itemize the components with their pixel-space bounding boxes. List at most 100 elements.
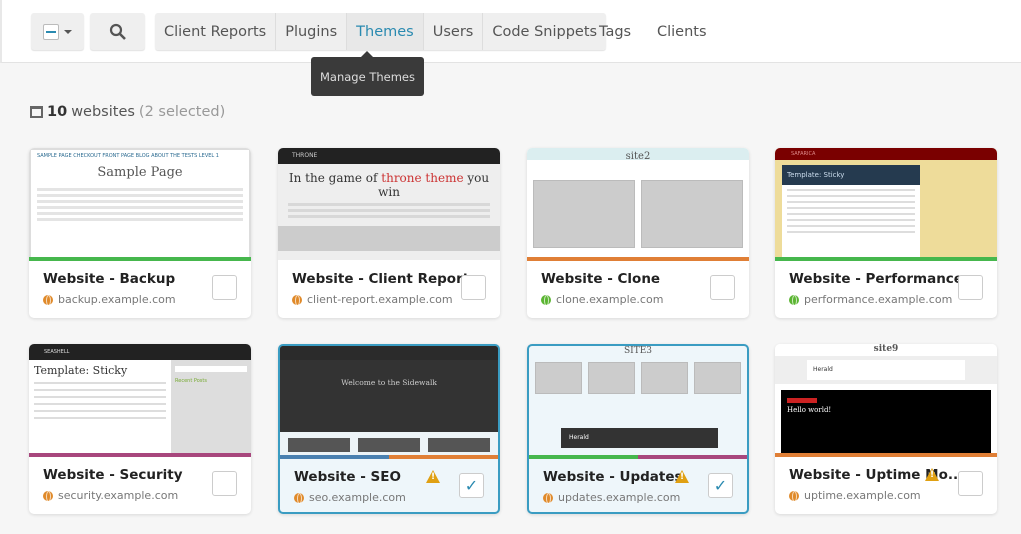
- tags-link[interactable]: Tags: [599, 13, 631, 50]
- globe-icon: [43, 294, 53, 306]
- thumb-sidebar-heading: Recent Posts: [175, 378, 207, 384]
- thumb-post-title: Hello world!: [787, 406, 832, 414]
- website-count: 10 websites (2 selected): [30, 104, 225, 120]
- status-bar: [29, 257, 251, 261]
- site-thumbnail[interactable]: site9 Herald Hello world!: [775, 344, 997, 456]
- site-url[interactable]: uptime.example.com: [789, 489, 921, 502]
- globe-icon: [541, 294, 551, 306]
- tab-users[interactable]: Users: [422, 13, 483, 50]
- minus-checkbox-icon: [43, 23, 59, 40]
- warning-icon: [426, 470, 440, 483]
- websites-icon: [30, 106, 43, 118]
- site-url-text: performance.example.com: [804, 293, 953, 306]
- check-icon: ✓: [464, 476, 479, 495]
- count-value: 10: [47, 104, 68, 120]
- thumb-title: SITE3: [623, 346, 653, 356]
- site-url-text: uptime.example.com: [804, 489, 921, 502]
- globe-icon: [543, 492, 553, 504]
- site-url[interactable]: security.example.com: [43, 489, 178, 502]
- thumb-title: Template: Sticky: [34, 364, 128, 377]
- status-bar: [527, 257, 749, 261]
- website-card[interactable]: site2 Website - Clone clone.example.com: [527, 148, 749, 318]
- site-url-text: updates.example.com: [558, 491, 681, 504]
- select-checkbox[interactable]: ✓: [459, 473, 484, 498]
- site-url[interactable]: seo.example.com: [294, 491, 406, 504]
- thumb-logo: SEASHELL: [29, 344, 251, 360]
- site-thumbnail[interactable]: site2: [527, 148, 749, 260]
- tab-client-reports[interactable]: Client Reports: [155, 13, 276, 50]
- site-url-text: backup.example.com: [58, 293, 176, 306]
- globe-icon: [43, 490, 53, 502]
- website-card[interactable]: SAMPLE PAGE CHECKOUT FRONT PAGE BLOG ABO…: [29, 148, 251, 318]
- status-bar: [280, 455, 498, 459]
- tab-plugins[interactable]: Plugins: [275, 13, 347, 50]
- select-checkbox[interactable]: [958, 471, 983, 496]
- thumb-title: Welcome to the Sidewalk: [341, 378, 437, 387]
- website-card[interactable]: SITE3 Herald Website - Updates updates.ex…: [527, 344, 749, 514]
- status-bar: [278, 257, 500, 261]
- site-url[interactable]: performance.example.com: [789, 293, 952, 306]
- site-url[interactable]: clone.example.com: [541, 293, 663, 306]
- tab-code-snippets[interactable]: Code Snippets: [482, 13, 607, 50]
- select-checkbox[interactable]: [461, 275, 486, 300]
- website-card[interactable]: SAFARICA Template: Sticky Website - Perfo…: [775, 148, 997, 318]
- site-url[interactable]: updates.example.com: [543, 491, 680, 504]
- status-bar: [29, 453, 251, 457]
- clients-link[interactable]: Clients: [657, 13, 707, 50]
- thumb-title: Sample Page: [97, 165, 183, 180]
- globe-icon: [292, 294, 302, 306]
- site-name[interactable]: Website - Security: [43, 467, 183, 483]
- search-button[interactable]: [90, 13, 145, 50]
- thumb-nav: SAMPLE PAGE CHECKOUT FRONT PAGE BLOG ABO…: [37, 153, 219, 159]
- site-url-text: clone.example.com: [556, 293, 664, 306]
- site-name[interactable]: Website - Clone: [541, 271, 660, 287]
- globe-icon: [789, 294, 799, 306]
- website-card[interactable]: site9 Herald Hello world! Website - Uptime…: [775, 344, 997, 514]
- search-icon: [109, 23, 126, 40]
- site-name[interactable]: Website - SEO: [294, 469, 401, 485]
- thumb-title: Template: Sticky: [782, 165, 920, 185]
- select-checkbox[interactable]: [212, 471, 237, 496]
- bulk-select-dropdown[interactable]: [31, 13, 84, 50]
- site-thumbnail[interactable]: SAFARICA Template: Sticky: [775, 148, 997, 260]
- site-thumbnail[interactable]: THRONE In the game of throne theme you wi…: [278, 148, 500, 260]
- thumb-title: In the game of: [288, 171, 382, 185]
- select-checkbox[interactable]: [958, 275, 983, 300]
- toolbar: Client Reports Plugins Themes Users Code…: [0, 0, 1021, 63]
- thumb-title: site2: [625, 151, 651, 162]
- warning-icon: [925, 468, 939, 481]
- status-bar: [529, 455, 747, 459]
- site-thumbnail[interactable]: SEASHELL Template: Sticky Recent Posts: [29, 344, 251, 456]
- thumb-title: site9: [873, 344, 899, 354]
- thumb-ad: Herald: [561, 428, 718, 448]
- status-bar: [775, 257, 997, 261]
- globe-icon: [789, 490, 799, 502]
- tooltip: Manage Themes: [311, 51, 424, 96]
- site-url[interactable]: client-report.example.com: [292, 293, 453, 306]
- site-name[interactable]: Website - Client Report: [292, 271, 469, 287]
- tab-themes[interactable]: Themes: [346, 13, 423, 50]
- site-url-text: security.example.com: [58, 489, 179, 502]
- site-thumbnail[interactable]: Welcome to the Sidewalk: [280, 346, 498, 458]
- website-card[interactable]: Welcome to the Sidewalk Website - SEO se…: [278, 344, 500, 514]
- status-bar: [775, 453, 997, 457]
- site-name[interactable]: Website - Backup: [43, 271, 175, 287]
- thumb-title-highlight: throne theme: [381, 171, 464, 185]
- site-thumbnail[interactable]: SITE3 Herald: [529, 346, 747, 458]
- check-icon: ✓: [713, 476, 728, 495]
- website-card[interactable]: THRONE In the game of throne theme you wi…: [278, 148, 500, 318]
- thumb-logo: THRONE: [278, 148, 500, 164]
- site-thumbnail[interactable]: SAMPLE PAGE CHECKOUT FRONT PAGE BLOG ABO…: [29, 148, 251, 260]
- site-url[interactable]: backup.example.com: [43, 293, 176, 306]
- site-name[interactable]: Website - Performance: [789, 271, 963, 287]
- website-card[interactable]: SEASHELL Template: Sticky Recent Posts Web…: [29, 344, 251, 514]
- select-checkbox[interactable]: [212, 275, 237, 300]
- warning-icon: [675, 470, 689, 483]
- globe-icon: [294, 492, 304, 504]
- thumb-ad: Herald: [807, 360, 965, 380]
- selected-count: (2 selected): [138, 104, 226, 120]
- select-checkbox[interactable]: [710, 275, 735, 300]
- select-checkbox[interactable]: ✓: [708, 473, 733, 498]
- caret-down-icon: [64, 29, 72, 34]
- site-name[interactable]: Website - Updates: [543, 469, 683, 485]
